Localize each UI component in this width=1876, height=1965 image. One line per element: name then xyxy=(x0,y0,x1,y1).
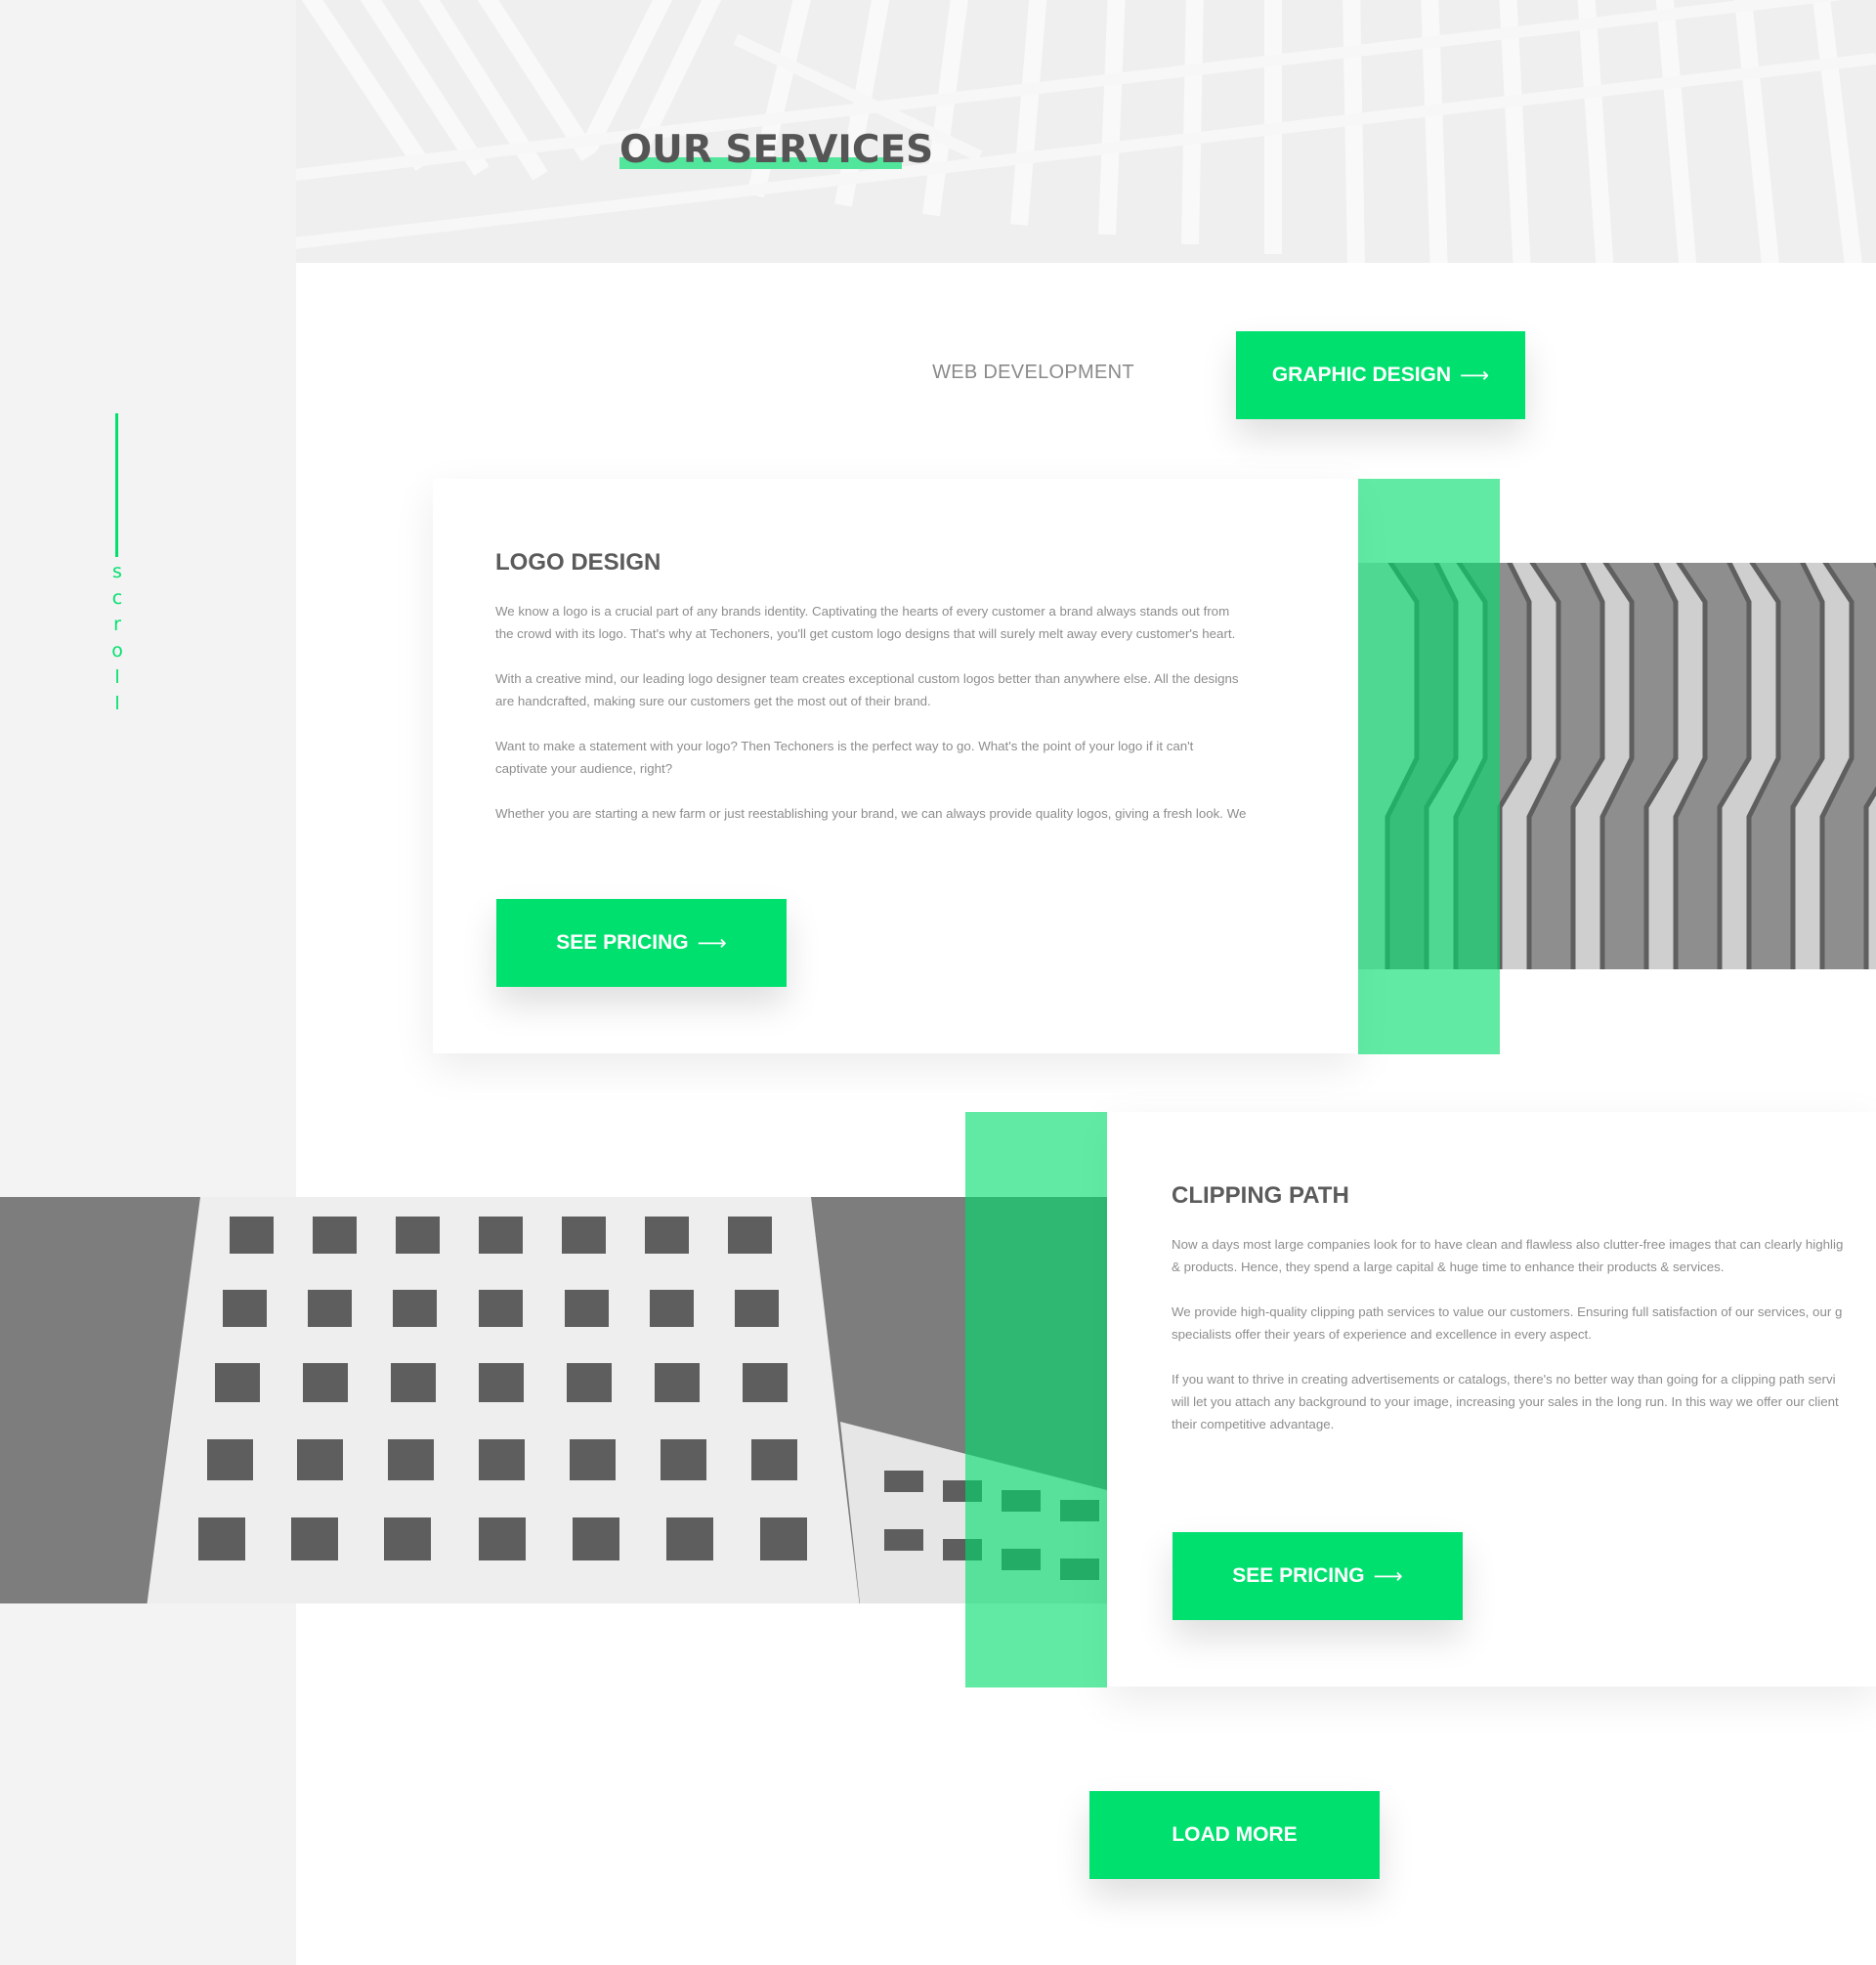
hero-background-pattern xyxy=(296,0,1876,263)
load-more-button[interactable]: LOAD MORE xyxy=(1089,1791,1380,1879)
text-line: the crowd with its logo. That's why at T… xyxy=(495,626,1236,641)
service-paragraph: We provide high-quality clipping path se… xyxy=(1172,1301,1843,1346)
scroll-letter: o xyxy=(111,640,123,662)
text-line: specialists offer their years of experie… xyxy=(1172,1327,1592,1342)
right-arrow-icon: ⟶ xyxy=(697,931,727,955)
scroll-letter: l xyxy=(114,693,120,714)
text-line: their competitive advantage. xyxy=(1172,1417,1335,1431)
see-pricing-label: SEE PRICING xyxy=(556,931,689,954)
service-paragraph: We know a logo is a crucial part of any … xyxy=(495,600,1246,645)
load-more-label: LOAD MORE xyxy=(1172,1823,1298,1846)
text-line: Now a days most large companies look for… xyxy=(1172,1237,1844,1252)
left-sidebar xyxy=(0,0,296,1965)
scroll-indicator-line xyxy=(115,413,118,557)
text-line: With a creative mind, our leading logo d… xyxy=(495,671,1239,686)
see-pricing-label: SEE PRICING xyxy=(1232,1564,1365,1587)
service-title: LOGO DESIGN xyxy=(495,549,661,576)
scroll-letter: s xyxy=(112,561,122,582)
text-line: will let you attach any background to yo… xyxy=(1172,1394,1839,1409)
scroll-indicator[interactable]: s c r o l l xyxy=(106,559,129,717)
page-title-wrap: OUR SERVICES xyxy=(619,128,933,172)
service-description: Now a days most large companies look for… xyxy=(1172,1233,1843,1435)
service-paragraph: With a creative mind, our leading logo d… xyxy=(495,667,1246,712)
tab-web-development[interactable]: WEB DEVELOPMENT xyxy=(899,362,1168,384)
right-arrow-icon: ⟶ xyxy=(1460,363,1490,387)
text-line: If you want to thrive in creating advert… xyxy=(1172,1372,1836,1387)
tab-graphic-design[interactable]: GRAPHIC DESIGN ⟶ xyxy=(1236,331,1525,419)
text-line: captivate your audience, right? xyxy=(495,761,673,776)
service-title: CLIPPING PATH xyxy=(1172,1182,1349,1209)
service-image-building xyxy=(0,1197,1107,1603)
text-line: are handcrafted, making sure our custome… xyxy=(495,694,931,708)
green-accent-bar xyxy=(1358,479,1500,1054)
service-description: We know a logo is a crucial part of any … xyxy=(495,600,1246,825)
scroll-letter: l xyxy=(114,666,120,688)
see-pricing-button[interactable]: SEE PRICING ⟶ xyxy=(496,899,787,987)
service-paragraph: Now a days most large companies look for… xyxy=(1172,1233,1843,1278)
text-line: Want to make a statement with your logo?… xyxy=(495,739,1194,753)
service-paragraph: If you want to thrive in creating advert… xyxy=(1172,1368,1843,1435)
scroll-letter: r xyxy=(113,614,121,635)
text-line: Whether you are starting a new farm or j… xyxy=(495,806,1247,821)
building-illustration xyxy=(0,1197,1107,1603)
service-paragraph: Want to make a statement with your logo?… xyxy=(495,735,1246,780)
hero-banner: OUR SERVICES xyxy=(296,0,1876,263)
right-arrow-icon: ⟶ xyxy=(1373,1564,1403,1588)
see-pricing-button[interactable]: SEE PRICING ⟶ xyxy=(1172,1532,1463,1620)
scroll-letter: c xyxy=(111,587,123,609)
service-paragraph: Whether you are starting a new farm or j… xyxy=(495,802,1246,825)
text-line: We know a logo is a crucial part of any … xyxy=(495,604,1230,619)
tab-graphic-design-label: GRAPHIC DESIGN xyxy=(1271,363,1452,386)
page-title: OUR SERVICES xyxy=(619,128,934,172)
green-accent-bar xyxy=(965,1112,1107,1687)
text-line: We provide high-quality clipping path se… xyxy=(1172,1304,1843,1319)
text-line: & products. Hence, they spend a large ca… xyxy=(1172,1260,1725,1274)
